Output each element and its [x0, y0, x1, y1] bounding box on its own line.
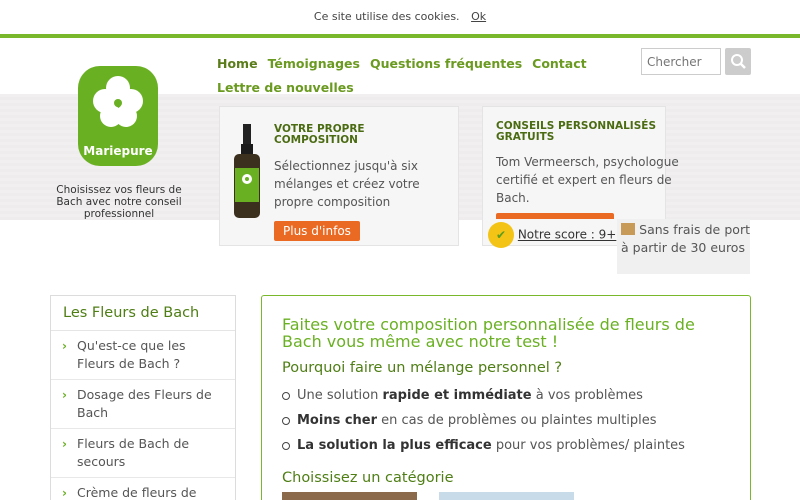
sidebar-title: Les Fleurs de Bach [51, 296, 235, 331]
logo-text: Mariepure [83, 144, 153, 158]
site-logo[interactable]: Mariepure [78, 66, 160, 170]
flower-icon [93, 76, 143, 127]
cookie-ok-link[interactable]: Ok [471, 10, 486, 23]
sidebar: Les Fleurs de Bach › Qu'est-ce que les F… [50, 295, 236, 500]
checkmark-icon: ✔ [488, 222, 514, 248]
score-badge[interactable]: ✔ Notre score : 9+ [488, 222, 616, 248]
bullet-icon [282, 417, 290, 425]
composition-card-text: Sélectionnez jusqu'à six mélanges et cré… [274, 159, 420, 209]
advice-card-text: Tom Vermeersch, psychologue certifié et … [496, 155, 679, 205]
nav-faq[interactable]: Questions fréquentes [370, 52, 522, 76]
advice-button-partial[interactable] [496, 213, 614, 219]
main-nav: Home Témoignages Questions fréquentes Conta… [217, 52, 617, 100]
top-divider [0, 34, 800, 38]
package-icon [621, 223, 635, 235]
composition-card-title: VOTRE PROPRE COMPOSITION [274, 123, 365, 146]
cookie-text: Ce site utilise des cookies. [313, 10, 460, 23]
search-button[interactable] [725, 48, 751, 75]
sidebar-item-label: Crème de fleurs de [77, 485, 197, 500]
sidebar-item-label: Fleurs de Bach de secours [77, 436, 190, 469]
search-input[interactable] [641, 48, 721, 75]
shipping-text: Sans frais de port à partir de 30 euros [621, 222, 750, 255]
category-thumbnail[interactable] [282, 492, 417, 500]
sidebar-item-cream[interactable]: › Crème de fleurs de [51, 478, 235, 500]
list-item: Une solution rapide et immédiate à vos p… [282, 383, 685, 408]
more-info-button[interactable]: Plus d'infos [274, 221, 360, 241]
site-tagline: Choisissez vos fleurs de Bach avec notre… [56, 184, 182, 220]
cookie-bar: Ce site utilise des cookies. Ok [0, 0, 800, 34]
main-title: Faites votre composition personnalisée d… [282, 315, 695, 351]
bullet-icon [282, 392, 290, 400]
category-thumbnail[interactable] [439, 492, 574, 500]
bullet-icon [282, 442, 290, 450]
main-content: Faites votre composition personnalisée d… [261, 295, 751, 500]
sidebar-item-rescue[interactable]: › Fleurs de Bach de secours [51, 429, 235, 478]
chevron-right-icon: › [62, 437, 67, 451]
benefits-list: Une solution rapide et immédiate à vos p… [282, 383, 685, 458]
main-subtitle: Pourquoi faire un mélange personnel ? [282, 360, 563, 376]
nav-contact[interactable]: Contact [532, 52, 586, 76]
search-icon [731, 54, 746, 69]
shipping-notice: Sans frais de port à partir de 30 euros [617, 219, 750, 274]
chevron-right-icon: › [62, 339, 67, 353]
sidebar-item-label: Qu'est-ce que les Fleurs de Bach ? [77, 338, 186, 371]
chevron-right-icon: › [62, 388, 67, 402]
category-title: Choissisez un catégorie [282, 470, 454, 486]
sidebar-item-dosage[interactable]: › Dosage des Fleurs de Bach [51, 380, 235, 429]
list-item: La solution la plus efficace pour vos pr… [282, 433, 685, 458]
bottle-image [234, 124, 260, 218]
sidebar-item-what-is[interactable]: › Qu'est-ce que les Fleurs de Bach ? [51, 331, 235, 380]
chevron-right-icon: › [62, 486, 67, 500]
score-link[interactable]: Notre score : 9+ [518, 228, 617, 242]
nav-home[interactable]: Home [217, 52, 258, 76]
advice-card-title: CONSEILS PERSONNALISÉS GRATUITS [496, 120, 657, 143]
list-item: Moins cher en cas de problèmes ou plaint… [282, 408, 685, 433]
nav-testimonials[interactable]: Témoignages [268, 52, 360, 76]
logo-mark: Mariepure [78, 66, 158, 166]
sidebar-item-label: Dosage des Fleurs de Bach [77, 387, 212, 420]
search-box [641, 48, 751, 75]
nav-newsletter[interactable]: Lettre de nouvelles [217, 76, 354, 100]
